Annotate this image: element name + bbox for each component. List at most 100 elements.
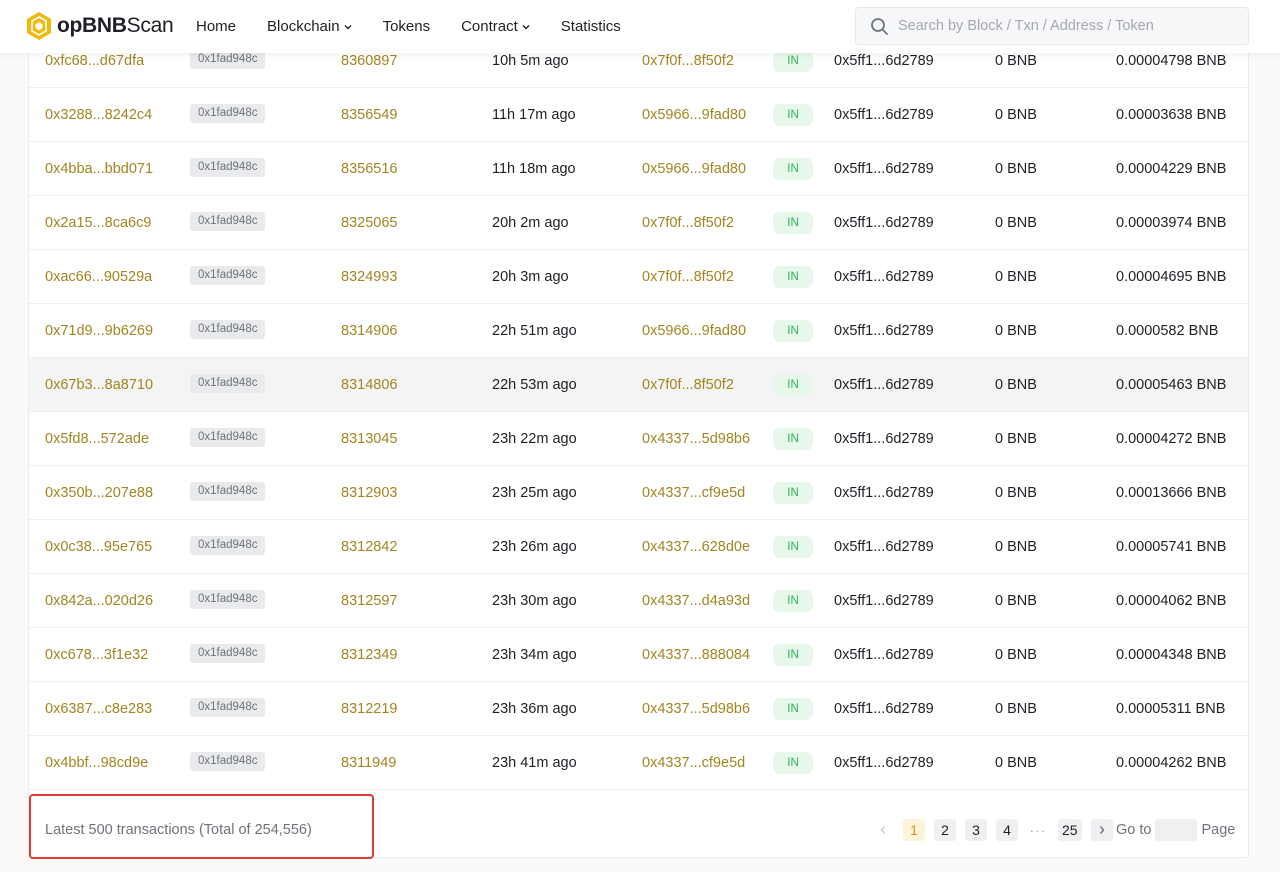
tx-age: 23h 30m ago [492,593,577,609]
site-name: opBNBScan [57,14,174,37]
to-address: 0x5ff1...6d2789 [834,269,934,285]
tx-hash-link[interactable]: 0x350b...207e88 [45,466,153,520]
search-bar[interactable] [855,7,1249,45]
tx-age: 23h 41m ago [492,755,577,771]
nav-tokens[interactable]: Tokens [383,18,431,35]
tx-hash-link[interactable]: 0x4bba...bbd071 [45,142,153,196]
from-address-link[interactable]: 0x5966...9fad80 [642,304,746,358]
block-link[interactable]: 8356549 [341,88,397,142]
method-badge: 0x1fad948c [190,644,266,663]
from-address-link[interactable]: 0x4337...d4a93d [642,574,750,628]
tx-value: 0 BNB [995,701,1037,717]
page-last-button[interactable]: 25 [1058,819,1082,841]
block-link[interactable]: 8313045 [341,412,397,466]
direction-badge: IN [773,428,813,450]
tx-hash-link[interactable]: 0x71d9...9b6269 [45,304,153,358]
from-address-link[interactable]: 0x4337...cf9e5d [642,736,745,790]
table-row: 0x350b...207e88 0x1fad948c 8312903 23h 25m … [29,466,1248,520]
pagination: 1 2 3 4 ··· 25 [872,819,1113,841]
table-row: 0x3288...8242c4 0x1fad948c 8356549 11h 17m … [29,88,1248,142]
nav-home[interactable]: Home [196,18,236,35]
nav-blockchain[interactable]: Blockchain [267,18,352,35]
block-link[interactable]: 8312349 [341,628,397,682]
search-input[interactable] [898,18,1228,34]
tx-hash-link[interactable]: 0x67b3...8a8710 [45,358,153,412]
goto-page: Go to Page [1116,819,1235,841]
tx-age: 20h 3m ago [492,269,569,285]
block-link[interactable]: 8312842 [341,520,397,574]
from-address-link[interactable]: 0x5966...9fad80 [642,88,746,142]
main-nav: Home Blockchain Tokens Contract Statisti… [196,0,652,53]
tx-hash-link[interactable]: 0xac66...90529a [45,250,152,304]
page-1-button[interactable]: 1 [903,819,925,841]
block-link[interactable]: 8325065 [341,196,397,250]
tx-value: 0 BNB [995,161,1037,177]
tx-age: 23h 25m ago [492,485,577,501]
from-address-link[interactable]: 0x4337...5d98b6 [642,682,750,736]
direction-badge: IN [773,698,813,720]
page-4-button[interactable]: 4 [996,819,1018,841]
block-link[interactable]: 8314906 [341,304,397,358]
from-address-link[interactable]: 0x4337...628d0e [642,520,750,574]
block-link[interactable]: 8312219 [341,682,397,736]
block-link[interactable]: 8312903 [341,466,397,520]
chevron-left-icon [880,826,886,834]
page-label: Page [1201,822,1236,838]
direction-badge: IN [773,644,813,666]
tx-value: 0 BNB [995,215,1037,231]
nav-statistics[interactable]: Statistics [561,18,621,35]
tx-fee: 0.00004229 BNB [1116,161,1227,177]
tx-age: 23h 34m ago [492,647,577,663]
block-link[interactable]: 8311949 [341,736,396,790]
tx-hash-link[interactable]: 0x842a...020d26 [45,574,153,628]
method-badge: 0x1fad948c [190,698,266,717]
table-row: 0xc678...3f1e32 0x1fad948c 8312349 23h 34m … [29,628,1248,682]
from-address-link[interactable]: 0x7f0f...8f50f2 [642,196,734,250]
tx-hash-link[interactable]: 0x3288...8242c4 [45,88,152,142]
tx-hash-link[interactable]: 0x6387...c8e283 [45,682,152,736]
tx-value: 0 BNB [995,539,1037,555]
from-address-link[interactable]: 0x4337...5d98b6 [642,412,750,466]
to-address: 0x5ff1...6d2789 [834,377,934,393]
tx-age: 11h 17m ago [492,107,576,123]
site-logo[interactable]: opBNBScan [26,11,174,41]
tx-hash-link[interactable]: 0x4bbf...98cd9e [45,736,148,790]
to-address: 0x5ff1...6d2789 [834,215,934,231]
next-page-button[interactable] [1090,819,1113,841]
to-address: 0x5ff1...6d2789 [834,755,934,771]
method-badge: 0x1fad948c [190,158,266,177]
method-badge: 0x1fad948c [190,212,266,231]
block-link[interactable]: 8312597 [341,574,397,628]
tx-value: 0 BNB [995,431,1037,447]
tx-age: 23h 22m ago [492,431,577,447]
to-address: 0x5ff1...6d2789 [834,485,934,501]
search-icon [871,17,888,35]
table-row: 0x2a15...8ca6c9 0x1fad948c 8325065 20h 2m a… [29,196,1248,250]
tx-value: 0 BNB [995,269,1037,285]
from-address-link[interactable]: 0x4337...888084 [642,628,750,682]
block-link[interactable]: 8324993 [341,250,397,304]
block-link[interactable]: 8356516 [341,142,397,196]
to-address: 0x5ff1...6d2789 [834,323,934,339]
from-address-link[interactable]: 0x7f0f...8f50f2 [642,250,734,304]
tx-hash-link[interactable]: 0x0c38...95e765 [45,520,152,574]
nav-contract[interactable]: Contract [461,18,530,35]
tx-fee: 0.00004272 BNB [1116,431,1227,447]
tx-value: 0 BNB [995,647,1037,663]
tx-hash-link[interactable]: 0xc678...3f1e32 [45,628,148,682]
goto-page-input[interactable] [1155,819,1198,841]
to-address: 0x5ff1...6d2789 [834,161,934,177]
from-address-link[interactable]: 0x4337...cf9e5d [642,466,745,520]
tx-hash-link[interactable]: 0x5fd8...572ade [45,412,149,466]
from-address-link[interactable]: 0x7f0f...8f50f2 [642,358,734,412]
tx-hash-link[interactable]: 0x2a15...8ca6c9 [45,196,151,250]
from-address-link[interactable]: 0x5966...9fad80 [642,142,746,196]
table-row: 0x6387...c8e283 0x1fad948c 8312219 23h 36m … [29,682,1248,736]
prev-page-button[interactable] [872,819,894,841]
page-ellipsis[interactable]: ··· [1027,819,1049,841]
method-badge: 0x1fad948c [190,536,266,555]
table-row: 0x842a...020d26 0x1fad948c 8312597 23h 30m … [29,574,1248,628]
block-link[interactable]: 8314806 [341,358,397,412]
page-2-button[interactable]: 2 [934,819,956,841]
page-3-button[interactable]: 3 [965,819,987,841]
